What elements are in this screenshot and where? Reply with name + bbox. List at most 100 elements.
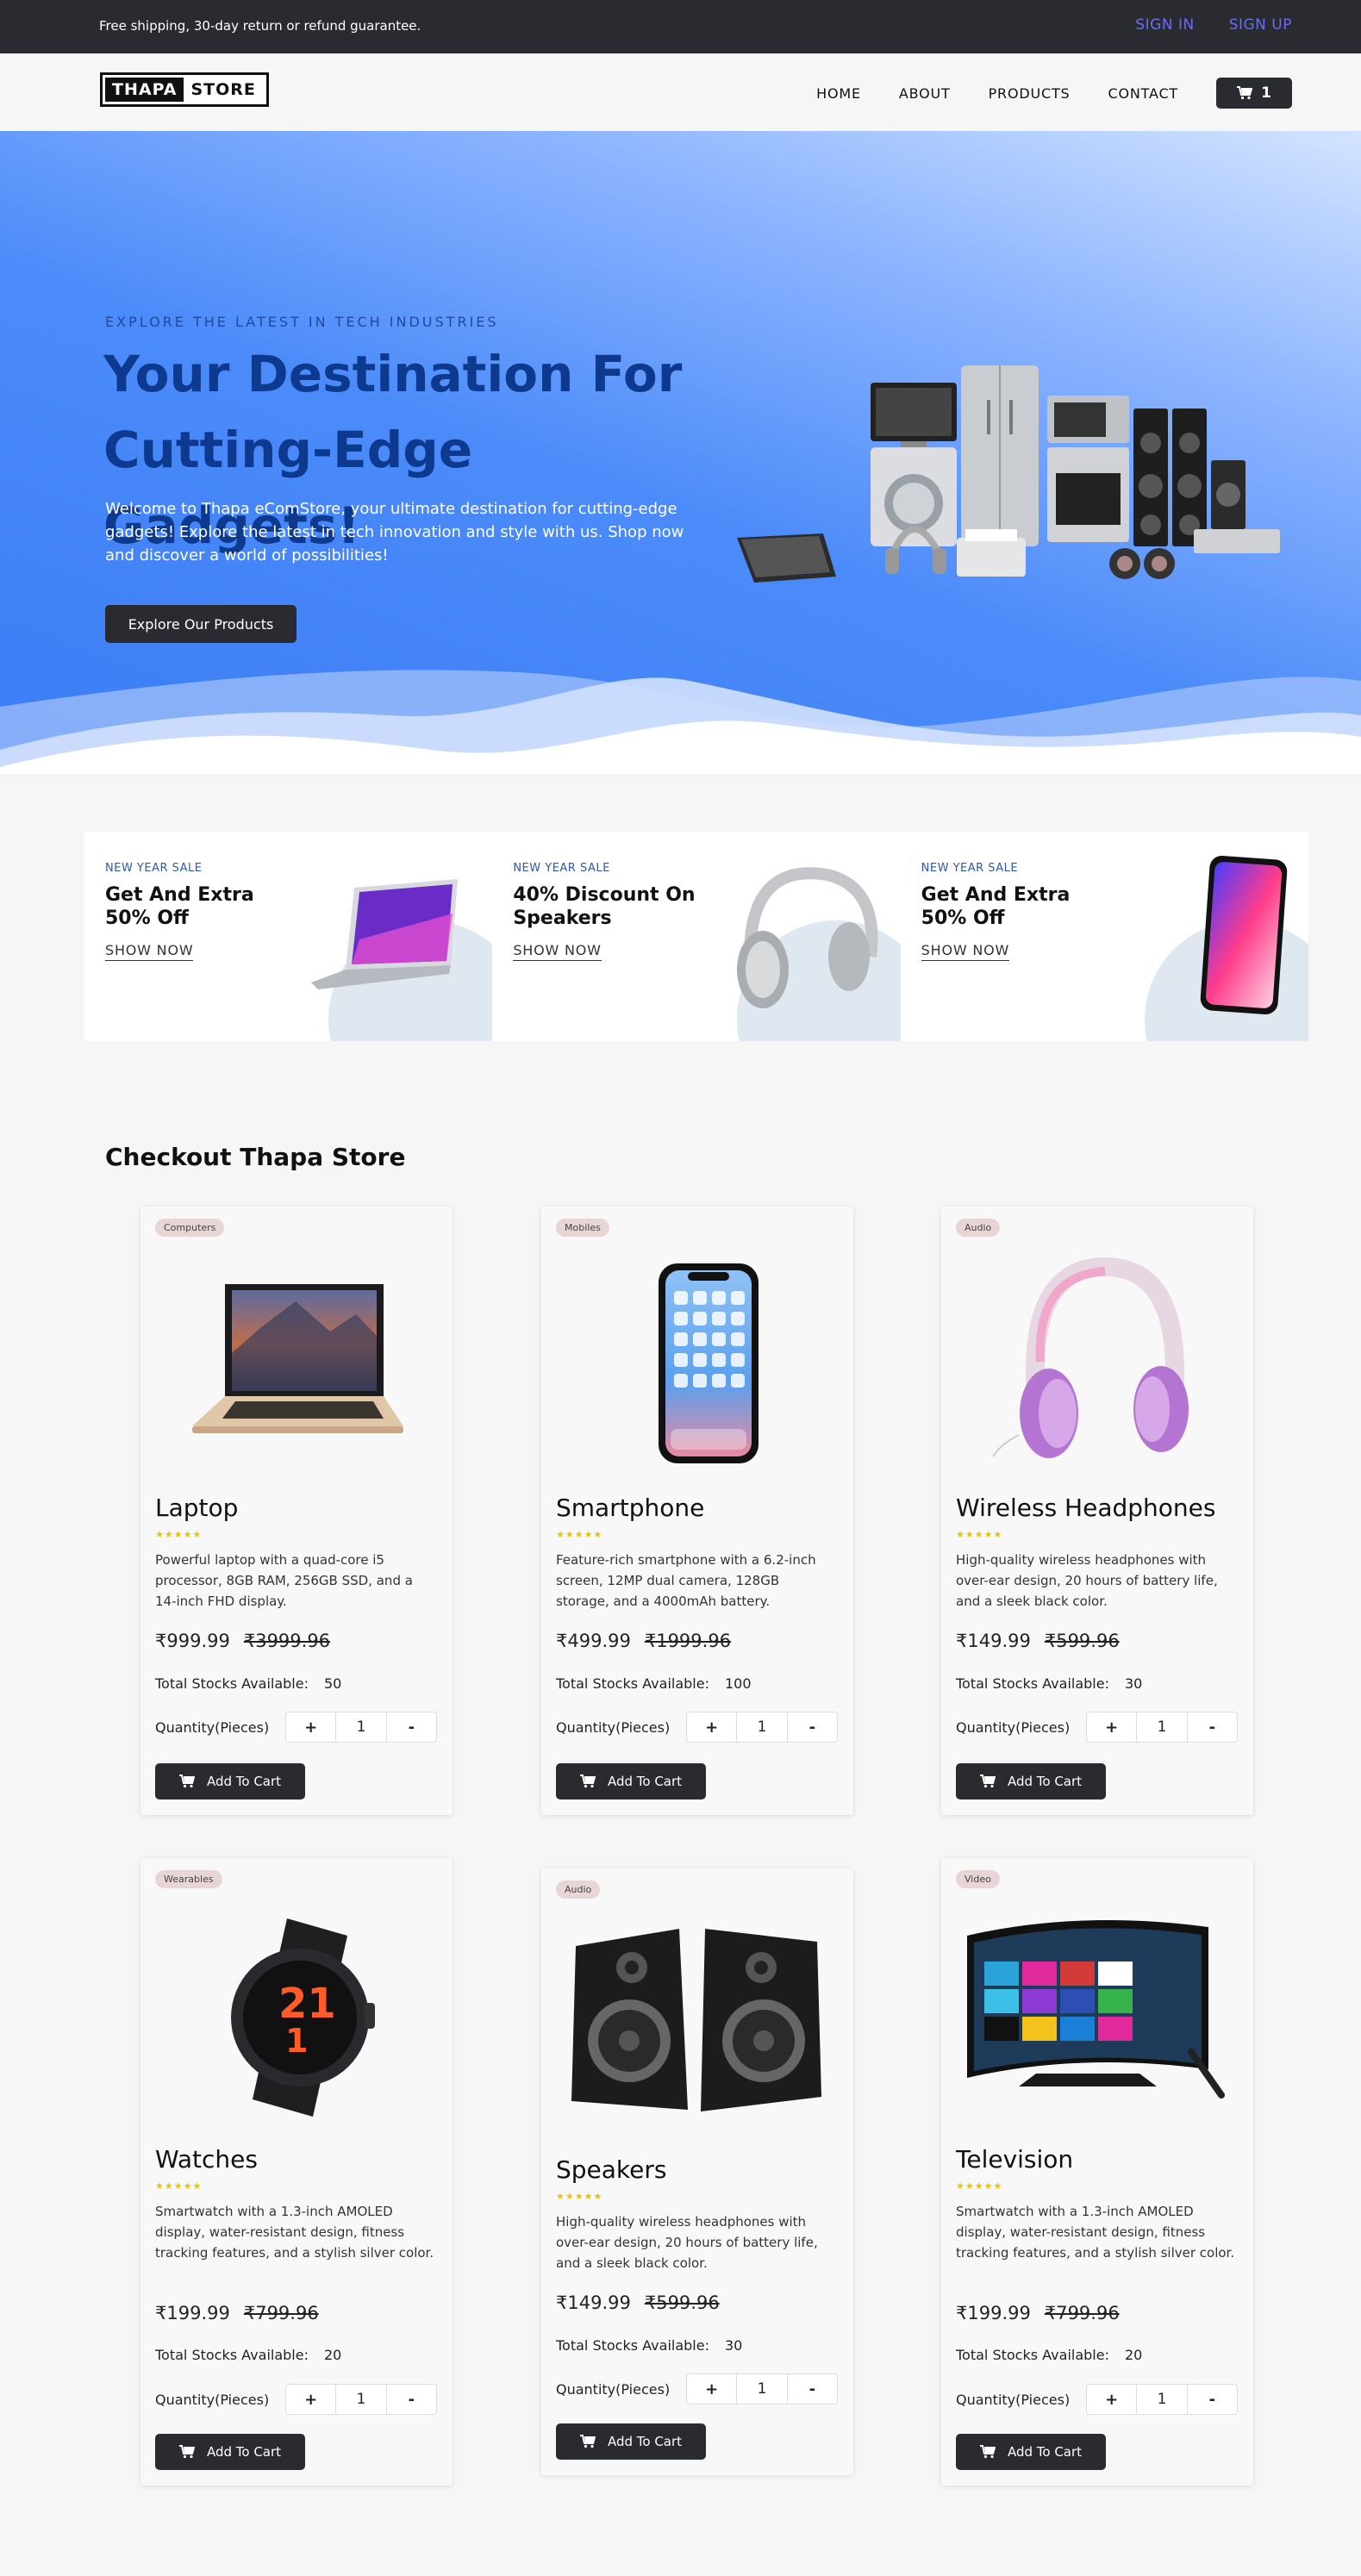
stock: Total Stocks Available: 100 <box>556 1675 752 1692</box>
cart-icon <box>579 2435 596 2448</box>
increment-button[interactable]: + <box>687 1712 736 1742</box>
rating-stars: ★★★★★ <box>155 2180 203 2192</box>
smartphone-image <box>659 1263 759 1463</box>
rating-stars: ★★★★★ <box>556 1529 603 1540</box>
stock: Total Stocks Available: 20 <box>956 2347 1142 2363</box>
stock-label: Total Stocks Available: <box>155 1675 309 1692</box>
original-price: ₹599.96 <box>1044 1631 1120 1651</box>
price: ₹199.99 ₹799.96 <box>155 2303 319 2323</box>
decrement-button[interactable]: - <box>387 2385 436 2414</box>
add-to-cart-button[interactable]: Add To Cart <box>155 2434 305 2470</box>
hero-section: EXPLORE THE LATEST IN TECH INDUSTRIES Yo… <box>0 131 1361 776</box>
quantity-value: 1 <box>1136 1712 1188 1742</box>
current-price: ₹499.99 <box>556 1631 631 1651</box>
increment-button[interactable]: + <box>1087 1712 1136 1742</box>
price: ₹999.99 ₹3999.96 <box>155 1631 330 1651</box>
hero-bottom-fill <box>0 774 1361 783</box>
stock-label: Total Stocks Available: <box>556 2337 709 2354</box>
quantity-value: 1 <box>1136 2385 1188 2414</box>
hero-eyebrow: EXPLORE THE LATEST IN TECH INDUSTRIES <box>105 314 499 330</box>
sign-in-link[interactable]: SIGN IN <box>1135 16 1194 34</box>
increment-button[interactable]: + <box>1087 2385 1136 2414</box>
section-title: Checkout Thapa Store <box>105 1143 406 1171</box>
add-to-cart-label: Add To Cart <box>607 1774 683 1789</box>
add-to-cart-label: Add To Cart <box>1007 2444 1083 2460</box>
product-description: High-quality wireless headphones with ov… <box>556 2214 818 2271</box>
add-to-cart-button[interactable]: Add To Cart <box>956 2434 1106 2470</box>
add-to-cart-label: Add To Cart <box>206 1774 282 1789</box>
show-now-link[interactable]: SHOW NOW <box>513 942 602 961</box>
nav-products[interactable]: PRODUCTS <box>989 85 1071 102</box>
auth-links: SIGN IN SIGN UP <box>1135 16 1292 34</box>
stock: Total Stocks Available: 20 <box>155 2347 341 2363</box>
original-price: ₹799.96 <box>243 2303 319 2323</box>
stock-count: 50 <box>323 1675 342 1692</box>
promo-speakers[interactable]: NEW YEAR SALE 40% Discount On Speakers S… <box>492 832 901 1041</box>
promo-title: Get And Extra 50% Off <box>921 884 1071 929</box>
product-description: Smartwatch with a 1.3-inch AMOLED displa… <box>155 2204 434 2261</box>
show-now-link[interactable]: SHOW NOW <box>921 942 1010 961</box>
decrement-button[interactable]: - <box>1188 2385 1237 2414</box>
quantity-label: Quantity(Pieces) <box>956 2392 1071 2408</box>
decrement-button[interactable]: - <box>387 1712 436 1742</box>
cart-icon <box>979 1775 996 1788</box>
current-price: ₹149.99 <box>956 1631 1031 1651</box>
cart-icon <box>178 1775 195 1788</box>
add-to-cart-button[interactable]: Add To Cart <box>556 2423 706 2460</box>
stock-label: Total Stocks Available: <box>956 1675 1109 1692</box>
price: ₹499.99 ₹1999.96 <box>556 1631 731 1651</box>
add-to-cart-button[interactable]: Add To Cart <box>155 1763 305 1799</box>
cart-button[interactable]: 1 <box>1216 78 1292 109</box>
product-name[interactable]: Television <box>956 2145 1073 2174</box>
product-name[interactable]: Laptop <box>155 1494 238 1522</box>
explore-products-button[interactable]: Explore Our Products <box>105 605 297 643</box>
product-description: Smartwatch with a 1.3-inch AMOLED displa… <box>956 2204 1235 2261</box>
quantity-label: Quantity(Pieces) <box>155 2392 270 2408</box>
stock-count: 30 <box>724 2337 743 2354</box>
product-name[interactable]: Speakers <box>556 2155 666 2184</box>
decrement-button[interactable]: - <box>1188 1712 1237 1742</box>
quantity-stepper: + 1 - <box>285 2384 437 2415</box>
promo-laptop[interactable]: NEW YEAR SALE Get And Extra 50% Off SHOW… <box>84 832 493 1041</box>
original-price: ₹799.96 <box>1044 2303 1120 2323</box>
stock-count: 30 <box>1124 1675 1143 1692</box>
quantity-value: 1 <box>736 2374 788 2404</box>
decrement-button[interactable]: - <box>788 2374 837 2404</box>
add-to-cart-button[interactable]: Add To Cart <box>956 1763 1106 1799</box>
current-price: ₹999.99 <box>155 1631 230 1651</box>
promo-phone[interactable]: NEW YEAR SALE Get And Extra 50% Off SHOW… <box>900 832 1308 1041</box>
increment-button[interactable]: + <box>286 1712 335 1742</box>
add-to-cart-button[interactable]: Add To Cart <box>556 1763 706 1799</box>
product-name[interactable]: Smartphone <box>556 1494 704 1522</box>
product-name[interactable]: Wireless Headphones <box>956 1494 1215 1522</box>
sign-up-link[interactable]: SIGN UP <box>1229 16 1292 34</box>
store-logo[interactable]: THAPA STORE <box>100 72 269 107</box>
add-to-cart-label: Add To Cart <box>607 2434 683 2449</box>
price: ₹149.99 ₹599.96 <box>956 1631 1120 1651</box>
nav-about[interactable]: ABOUT <box>899 85 951 102</box>
television-image <box>967 1920 1225 2099</box>
show-now-link[interactable]: SHOW NOW <box>105 942 194 961</box>
logo-thapa: THAPA <box>105 78 184 102</box>
nav-contact[interactable]: CONTACT <box>1108 85 1178 102</box>
product-description: Powerful laptop with a quad-core i5 proc… <box>155 1552 413 1609</box>
increment-button[interactable]: + <box>286 2385 335 2414</box>
headphones-image <box>992 1257 1189 1458</box>
category-badge: Wearables <box>155 1870 222 1888</box>
quantity-value: 1 <box>335 1712 387 1742</box>
quantity-stepper: + 1 - <box>1086 2384 1238 2415</box>
original-price: ₹3999.96 <box>243 1631 331 1651</box>
decrement-button[interactable]: - <box>788 1712 837 1742</box>
product-card: Audio Wireless Headphones ★★★★★ High-qua… <box>941 1207 1253 1815</box>
original-price: ₹599.96 <box>644 2292 720 2313</box>
cart-icon <box>979 2445 996 2459</box>
stock-count: 100 <box>724 1675 752 1692</box>
promo-tag: NEW YEAR SALE <box>105 862 203 875</box>
nav-home[interactable]: HOME <box>816 85 861 102</box>
product-name[interactable]: Watches <box>155 2145 258 2174</box>
increment-button[interactable]: + <box>687 2374 736 2404</box>
cart-count: 1 <box>1261 84 1271 102</box>
promo-banners: NEW YEAR SALE Get And Extra 50% Off SHOW… <box>84 832 1308 1041</box>
headphones-icon <box>736 867 878 1008</box>
category-badge: Audio <box>556 1881 601 1899</box>
